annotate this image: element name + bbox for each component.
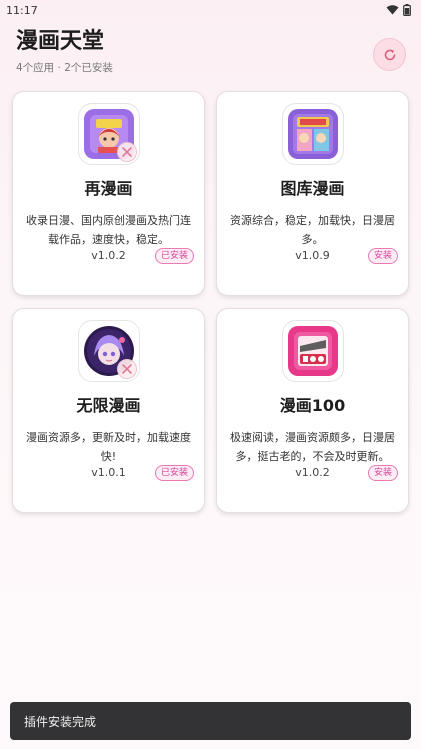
header: 漫画天堂 4个应用 · 2个已安装 [16, 28, 406, 80]
plugin-card[interactable]: 再漫画 收录日漫、国内原创漫画及热门连载作品，速度快，稳定。 v1.0.2 已安… [12, 91, 205, 296]
status-time: 11:17 [6, 3, 38, 17]
install-button[interactable]: 安装 [367, 465, 398, 481]
plugin-footer: v1.0.2 安装 [217, 464, 408, 482]
battery-icon [403, 4, 411, 16]
plugin-card[interactable]: 漫画100 极速阅读，漫画资源颇多，日漫居多，挺古老的，不会及时更新。 v1.0… [216, 308, 409, 513]
plugin-icon-frame [281, 320, 344, 382]
plugin-grid: 再漫画 收录日漫、国内原创漫画及热门连载作品，速度快，稳定。 v1.0.2 已安… [12, 91, 409, 513]
snackbar: 插件安装完成 [10, 702, 411, 740]
wifi-icon [386, 5, 399, 15]
plugin-icon-frame [77, 103, 140, 165]
refresh-button[interactable] [373, 38, 406, 71]
status-icons [386, 4, 411, 16]
plugin-description: 收录日漫、国内原创漫画及热门连载作品，速度快，稳定。 [26, 214, 191, 246]
refresh-icon [384, 49, 395, 60]
plugin-icon-frame [281, 103, 344, 165]
install-button[interactable]: 安装 [367, 248, 398, 264]
plugin-name: 图库漫画 [280, 179, 345, 198]
snackbar-message: 插件安装完成 [24, 714, 97, 729]
plugin-name: 无限漫画 [76, 396, 141, 415]
plugin-name: 再漫画 [84, 179, 133, 198]
uninstall-x-icon[interactable] [116, 142, 137, 162]
plugin-footer: v1.0.1 已安装 [13, 464, 204, 482]
plugin-description: 资源综合，稳定，加载快，日漫居多。 [230, 214, 395, 246]
tuku-app-icon [287, 109, 338, 159]
plugin-footer: v1.0.2 已安装 [13, 247, 204, 265]
plugin-footer: v1.0.9 安装 [217, 247, 408, 265]
plugin-card[interactable]: 图库漫画 资源综合，稳定，加载快，日漫居多。 v1.0.9 安装 [216, 91, 409, 296]
plugin-description: 极速阅读，漫画资源颇多，日漫居多，挺古老的，不会及时更新。 [230, 431, 395, 463]
manhua100-app-icon [287, 326, 338, 376]
plugin-card[interactable]: 无限漫画 漫画资源多，更新及时，加载速度快! v1.0.1 已安装 [12, 308, 205, 513]
uninstall-x-icon[interactable] [116, 359, 137, 379]
page-title: 漫画天堂 [16, 29, 105, 54]
plugin-name: 漫画100 [279, 396, 346, 415]
plugin-description: 漫画资源多，更新及时，加载速度快! [26, 431, 191, 463]
status-bar: 11:17 [0, 0, 421, 20]
installed-badge: 已安装 [154, 248, 194, 264]
plugin-icon-frame [77, 320, 140, 382]
app-count-subtitle: 4个应用 · 2个已安装 [16, 62, 113, 74]
installed-badge: 已安装 [154, 465, 194, 481]
